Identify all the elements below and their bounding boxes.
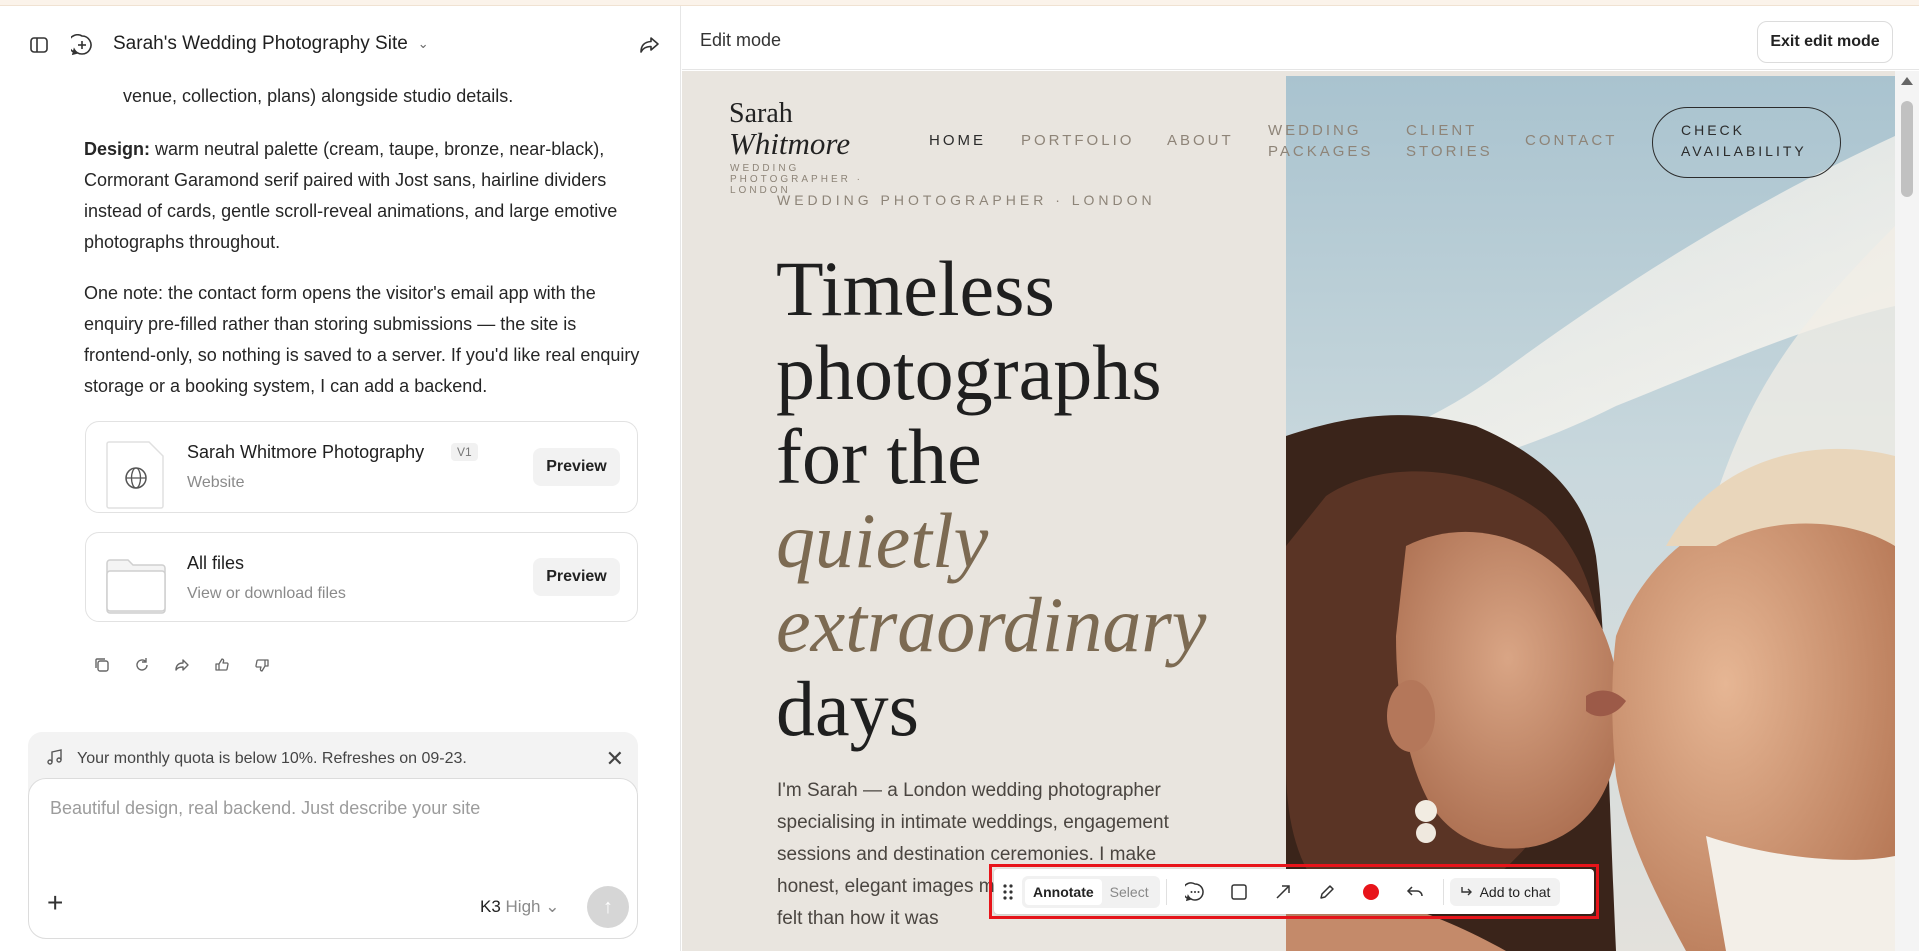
hero-line-italic: extraordinary [776,581,1207,668]
add-to-chat-button[interactable]: Add to chat [1449,877,1561,906]
design-paragraph: Design: warm neutral palette (cream, tau… [84,134,644,258]
message-fragment: venue, collection, plans) alongside stud… [123,86,514,106]
nav-client-stories[interactable]: CLIENT STORIES [1406,120,1500,162]
send-arrow-icon[interactable]: ↑ [587,886,629,928]
chevron-down-icon: ⌄ [545,897,560,916]
comment-icon[interactable] [1173,875,1217,909]
model-name: K3 [480,897,501,916]
version-badge: V1 [451,443,478,461]
drag-handle-icon[interactable] [994,875,1022,909]
artifact-subtitle: Website [187,474,245,491]
annotation-toolbar: Annotate Select Add to chat [994,869,1594,914]
preview-scrollbar[interactable] [1895,71,1919,951]
scroll-up-arrow-icon[interactable] [1901,77,1913,85]
quota-icon [46,748,64,771]
project-title: Sarah's Wedding Photography Site [113,33,408,54]
toolbar-divider [1165,878,1167,905]
hero-eyebrow: WEDDING PHOTOGRAPHER · LONDON [777,192,1156,208]
thumbs-down-icon[interactable] [250,653,274,677]
toolbar-divider [1442,878,1444,905]
hero-line-italic: quietly [776,497,989,584]
design-text: warm neutral palette (cream, taupe, bron… [84,139,618,252]
hero-line: photographs [776,329,1162,416]
project-title-dropdown[interactable]: Sarah's Wedding Photography Site ⌄ [113,33,429,55]
message-actions [90,653,274,677]
arrow-icon[interactable] [1261,875,1305,909]
share-icon[interactable] [634,30,664,60]
preview-button[interactable]: Preview [533,448,620,486]
globe-file-icon [106,441,164,509]
add-to-chat-label: Add to chat [1479,883,1551,900]
website-preview[interactable]: Sarah Whitmore WEDDING PHOTOGRAPHER · LO… [682,71,1895,951]
artifact-card-website[interactable]: Sarah Whitmore Photography V1 Website Pr… [85,421,638,513]
sidebar-toggle-icon[interactable] [24,30,54,60]
attach-plus-icon[interactable]: + [47,887,63,919]
forward-arrow-icon [1460,886,1472,895]
design-label: Design: [84,139,151,159]
hero-heading: Timeless photographs for the quietly ext… [776,247,1206,751]
close-icon[interactable]: ✕ [606,746,624,772]
undo-icon[interactable] [1393,875,1437,909]
check-availability-button[interactable]: CHECK AVAILABILITY [1652,107,1841,178]
chat-panel: Sarah's Wedding Photography Site ⌄ venue… [0,6,681,951]
select-tab[interactable]: Select [1102,879,1157,905]
assistant-message: Design: warm neutral palette (cream, tau… [84,134,644,422]
composer-placeholder: Beautiful design, real backend. Just des… [50,798,481,818]
edit-panel: Edit mode Exit edit mode Sarah Whitmore … [682,6,1919,951]
hero-photo-couple-kissing [1286,76,1895,951]
mode-toggle: Annotate Select [1022,875,1160,908]
copy-icon[interactable] [90,653,114,677]
record-color-icon[interactable] [1349,875,1393,909]
artifact-card-files[interactable]: All files View or download files Preview [85,532,638,622]
scrollbar-thumb[interactable] [1901,101,1913,197]
hero-line: days [776,665,919,752]
artifact-title: Sarah Whitmore Photography [187,442,425,462]
new-chat-icon[interactable] [67,30,97,60]
hero-line: Timeless [776,245,1055,332]
regenerate-icon[interactable] [130,653,154,677]
artifact-title: All files [187,553,245,573]
chat-composer[interactable]: Beautiful design, real backend. Just des… [28,778,638,939]
share-message-icon[interactable] [170,653,194,677]
folder-icon [106,559,166,614]
logo-last-name[interactable]: Whitmore [729,126,850,162]
preview-button[interactable]: Preview [533,558,620,596]
nav-wedding-packages[interactable]: WEDDING PACKAGES [1268,120,1380,162]
quota-text: Your monthly quota is below 10%. Refresh… [77,750,467,767]
edit-mode-label: Edit mode [700,30,782,50]
nav-about[interactable]: ABOUT [1167,130,1234,151]
artifact-subtitle: View or download files [187,585,346,602]
exit-edit-mode-button[interactable]: Exit edit mode [1757,21,1893,63]
note-paragraph: One note: the contact form opens the vis… [84,283,640,396]
nav-portfolio[interactable]: PORTFOLIO [1021,130,1134,151]
chat-header: Sarah's Wedding Photography Site ⌄ [0,6,680,76]
nav-home[interactable]: HOME [929,130,986,151]
pencil-icon[interactable] [1305,875,1349,909]
annotate-tab[interactable]: Annotate [1025,878,1102,905]
edit-header: Edit mode Exit edit mode [682,6,1919,70]
rectangle-icon[interactable] [1217,875,1261,909]
hero-line: for the [776,413,982,500]
model-level: High [505,897,541,916]
thumbs-up-icon[interactable] [210,653,234,677]
chevron-down-icon: ⌄ [417,36,429,51]
nav-contact[interactable]: CONTACT [1525,130,1617,151]
model-selector[interactable]: K3 High ⌄ [480,897,559,917]
